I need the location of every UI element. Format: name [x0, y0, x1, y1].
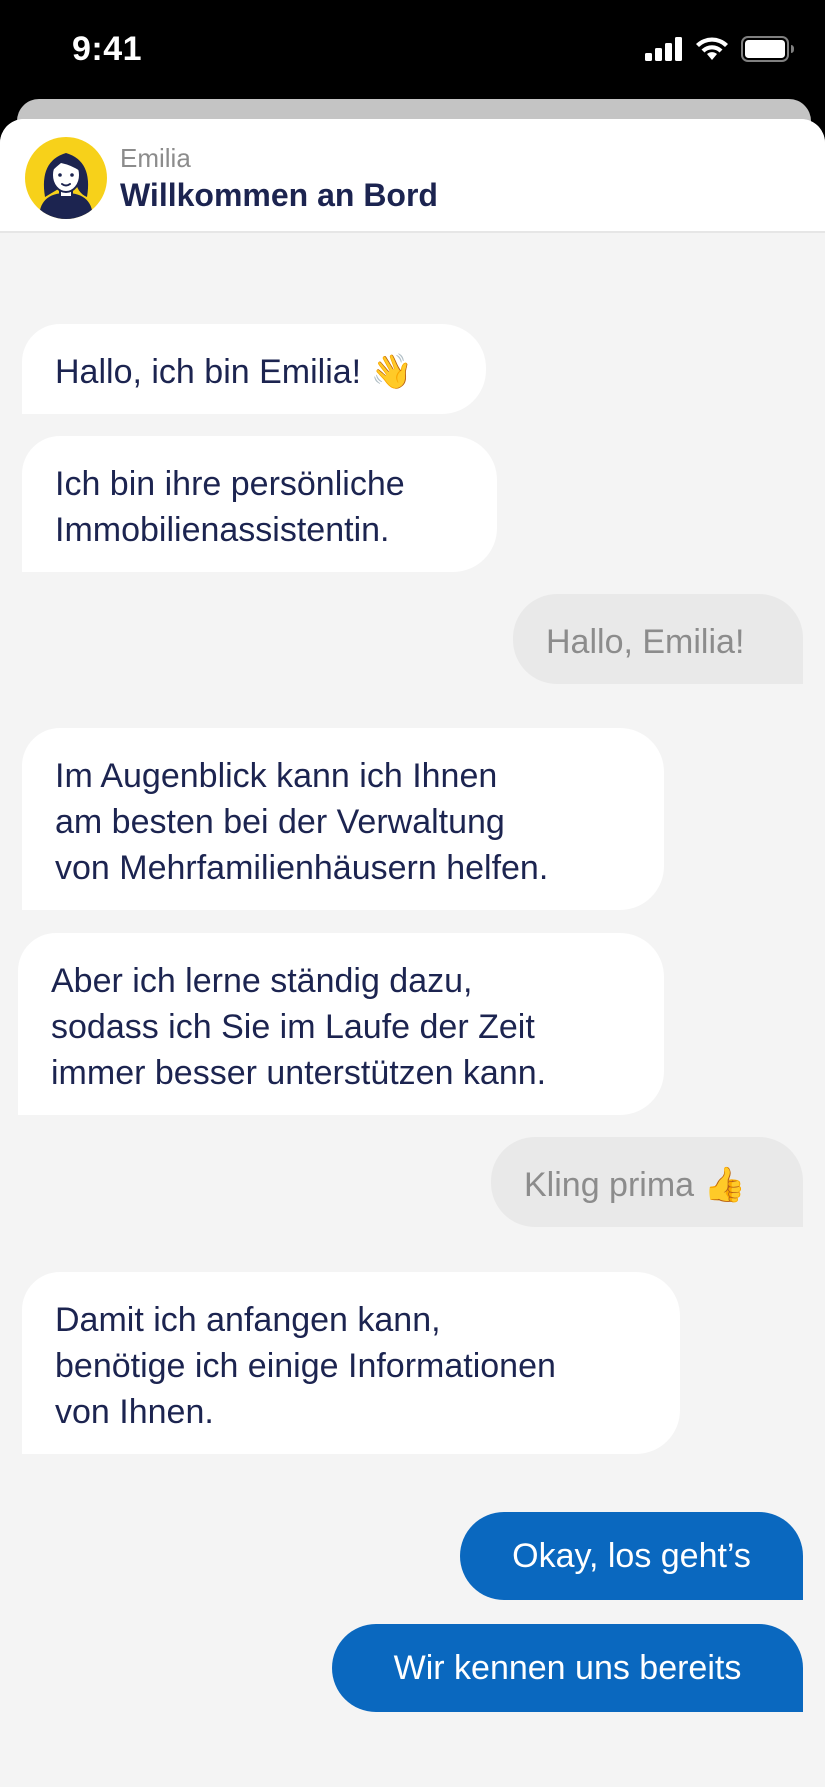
assistant-message: Aber ich lerne ständig dazu, sodass ich … — [18, 933, 664, 1115]
status-icons — [645, 36, 795, 62]
message-line: am besten bei der Verwaltung — [55, 803, 505, 841]
assistant-message: Hallo, ich bin Emilia! 👋 — [22, 324, 486, 414]
message-text: Hallo, Emilia! — [546, 623, 745, 661]
start-button[interactable]: Okay, los geht’s — [460, 1512, 803, 1600]
message-line: Ich bin ihre persönliche — [55, 465, 405, 503]
cellular-signal-icon — [645, 37, 682, 61]
battery-icon — [741, 36, 794, 62]
assistant-message: Damit ich anfangen kann, benötige ich ei… — [22, 1272, 680, 1454]
message-line: benötige ich einige Informationen — [55, 1347, 556, 1385]
assistant-name: Emilia — [120, 143, 191, 173]
message-line: von Mehrfamilienhäusern helfen. — [55, 849, 549, 887]
assistant-message: Ich bin ihre persönliche Immobilienassis… — [22, 436, 497, 572]
status-time: 9:41 — [72, 30, 143, 68]
message-line: sodass ich Sie im Laufe der Zeit — [51, 1008, 535, 1046]
wifi-icon — [696, 37, 728, 60]
status-bar: 9:41 — [0, 0, 825, 100]
user-message: Kling prima 👍 — [491, 1137, 803, 1227]
message-text: Kling prima 👍 — [524, 1166, 746, 1204]
message-line: Im Augenblick kann ich Ihnen — [55, 757, 498, 795]
message-line: immer besser unterstützen kann. — [51, 1054, 547, 1092]
message-line: Immobilienassistentin. — [55, 511, 390, 549]
avatar — [25, 137, 107, 219]
page-title: Willkommen an Bord — [120, 177, 438, 213]
message-text: Hallo, ich bin Emilia! 👋 — [55, 353, 413, 391]
user-message: Hallo, Emilia! — [513, 594, 803, 684]
assistant-avatar-icon — [39, 153, 93, 219]
message-line: Aber ich lerne ständig dazu, — [51, 962, 473, 1000]
chat-header: Emilia Willkommen an Bord — [0, 119, 825, 233]
chat-sheet: Emilia Willkommen an Bord Hallo, ich bin… — [0, 119, 825, 1787]
message-line: von Ihnen. — [55, 1393, 214, 1431]
already-known-button[interactable]: Wir kennen uns bereits — [332, 1624, 803, 1712]
message-line: Damit ich anfangen kann, — [55, 1301, 441, 1339]
assistant-message: Im Augenblick kann ich Ihnen am besten b… — [22, 728, 664, 910]
